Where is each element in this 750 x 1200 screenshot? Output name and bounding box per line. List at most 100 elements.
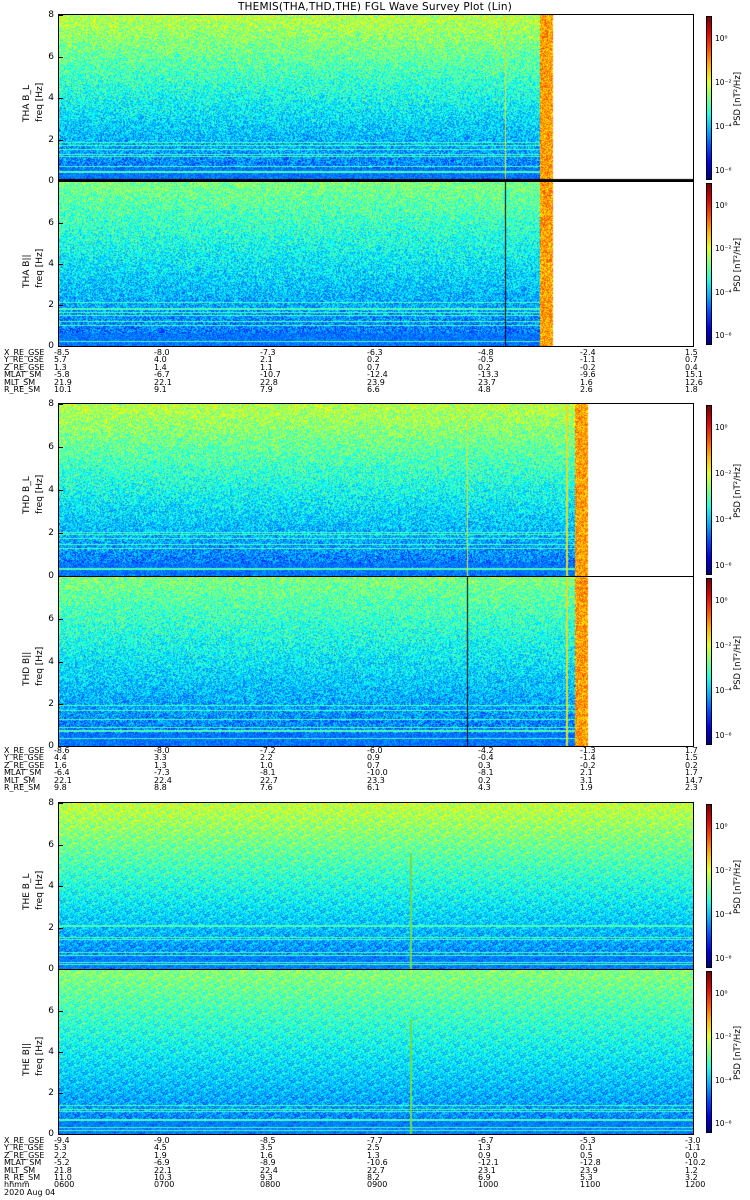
ephemeris-value: 1100	[580, 1180, 601, 1190]
ephemeris-value: 0600	[54, 1180, 75, 1190]
ytick-label: 6	[48, 218, 54, 228]
colorbar-label-text: PSD [nT²/Hz]	[733, 463, 743, 518]
ephemeris-value: 4.8	[478, 384, 491, 394]
spectrogram-image	[59, 404, 693, 576]
ytick-label: 8	[48, 10, 54, 20]
ytick-mark	[58, 346, 63, 347]
ytick-mark	[58, 490, 63, 491]
colorbar	[706, 971, 712, 1133]
colorbar-tick: 10⁰	[715, 989, 728, 998]
colorbar-tick: 10⁻²	[715, 78, 732, 87]
ytick-mark	[58, 264, 63, 265]
ephemeris-row: hhmm 0600 0700 0800 0900 1000 1100 1200	[4, 1180, 750, 1190]
spectrogram-image	[59, 970, 693, 1134]
colorbar-tick: 10⁻²	[715, 1032, 732, 1042]
colorbar-tick: 10⁻⁴	[715, 1075, 732, 1085]
spectrogram-panel-the-bl	[58, 802, 694, 970]
colorbar-tick: 10⁻²	[715, 469, 732, 478]
colorbar-tick: 10⁻⁴	[715, 686, 732, 695]
colorbar-label-text: PSD [nT²/Hz]	[733, 1025, 743, 1080]
colorbar-tick: 10⁻²	[715, 641, 732, 650]
ephemeris-value: 2.6	[580, 384, 593, 394]
ytick-mark	[58, 404, 63, 405]
ephemeris-value: 9.1	[154, 384, 167, 394]
ytick-label: 2	[48, 922, 54, 933]
spectrogram-panel-the-bpar	[58, 969, 694, 1135]
ephemeris-block-1: X_RE_GSE -8.6 -8.0 -7.2 -6.0 -4.2 -1.3 1.7 Y_RE_…	[4, 746, 750, 792]
ytick-label: 4	[48, 93, 54, 103]
colorbar-label-text: PSD [nT²/Hz]	[733, 237, 743, 292]
colorbar-label-text: PSD [nT²/Hz]	[733, 859, 743, 914]
colorbar-tick: 10⁰	[715, 34, 728, 43]
spectrogram-image	[59, 803, 693, 969]
colorbar-label-text: PSD [nT²/Hz]	[733, 71, 743, 126]
colorbar-tick: 10⁰	[715, 596, 728, 605]
ytick-label: 0	[48, 571, 54, 581]
ytick-label: 8	[48, 399, 54, 409]
ylabel-text: THE B_L	[22, 873, 32, 910]
ephemeris-value: 6.6	[367, 384, 380, 394]
ytick-label: 6	[48, 614, 54, 625]
colorbar	[706, 16, 712, 180]
colorbar-tick: 10⁻⁶	[715, 561, 732, 570]
ytick-mark	[58, 886, 63, 887]
spectrogram-panel-thd-bpar	[58, 576, 694, 747]
ephemeris-row: R_RE_SM 9.8 8.8 7.6 6.1 4.3 1.9 2.3	[4, 782, 750, 792]
ytick-label: 2	[48, 300, 54, 310]
ytick-label: 0	[48, 176, 54, 186]
colorbar-tick: 10⁻⁶	[715, 731, 732, 740]
ephemeris-row: R_RE_SM 10.1 9.1 7.9 6.6 4.8 2.6 1.8	[4, 384, 750, 394]
ylabel-text: THA B_L	[22, 85, 32, 122]
ylabel-text: THD B_L	[22, 476, 32, 514]
ylabel-text: THA B||	[22, 254, 32, 288]
colorbar-tick: 10⁻⁶	[715, 331, 732, 340]
ytick-label: 4	[48, 259, 54, 269]
ytick-mark	[58, 803, 63, 804]
ytick-label: 2	[48, 1088, 54, 1098]
ephemeris-value: 0900	[367, 1180, 388, 1190]
ytick-mark	[58, 57, 63, 58]
colorbar-tick: 10⁻²	[715, 244, 732, 254]
colorbar-tick: 10⁻²	[715, 866, 732, 875]
ephemeris-value: 9.8	[54, 782, 67, 792]
ytick-label: 4	[48, 881, 54, 891]
ytick-mark	[58, 140, 63, 141]
ephemeris-value: 10.1	[54, 384, 72, 394]
ytick-mark	[58, 619, 63, 620]
colorbar-tick: 10⁰	[715, 822, 728, 831]
ephemeris-value: 1200	[685, 1180, 706, 1190]
colorbar	[706, 578, 712, 745]
plot-title: THEMIS(THA,THD,THE) FGL Wave Survey Plot…	[237, 1, 513, 13]
ytick-mark	[58, 928, 63, 929]
colorbar-tick: 10⁻⁶	[715, 1119, 732, 1128]
ytick-label: 2	[48, 698, 54, 709]
ephemeris-value: 6.1	[367, 782, 380, 792]
ephemeris-name: R_RE_SM	[4, 782, 41, 792]
ephemeris-value: 1000	[478, 1180, 499, 1190]
colorbar-tick: 10⁻⁶	[715, 954, 732, 963]
ytick-label: 0	[48, 964, 54, 974]
ytick-mark	[58, 223, 63, 224]
ephemeris-value: 7.9	[260, 384, 273, 394]
ephemeris-block-0: X_RE_GSE -8.5 -8.0 -7.3 -6.3 -4.8 -2.4 1.5 Y_RE_…	[4, 348, 750, 394]
colorbar-tick: 10⁰	[715, 201, 728, 210]
ephemeris-value: 2.3	[685, 782, 698, 792]
colorbar	[706, 183, 712, 345]
colorbar-tick: 10⁻⁴	[715, 122, 732, 131]
ytick-mark	[58, 1011, 63, 1012]
ytick-label: 2	[48, 528, 54, 538]
ytick-mark	[58, 845, 63, 846]
ytick-mark	[58, 447, 63, 448]
ephemeris-name: R_RE_SM	[4, 384, 41, 394]
ytick-label: 6	[48, 442, 54, 452]
ephemeris-value: 4.3	[478, 782, 491, 792]
ytick-label: 6	[48, 1006, 54, 1016]
spectrogram-panel-tha-bpar	[58, 181, 694, 347]
ytick-label: 4	[48, 1047, 54, 1057]
colorbar-tick: 10⁻⁶	[715, 166, 732, 175]
ytick-mark	[58, 1134, 63, 1135]
ylabel-text: THE B||	[22, 1042, 32, 1076]
ytick-mark	[58, 305, 63, 306]
ytick-mark	[58, 1052, 63, 1053]
ephemeris-value: 0800	[260, 1180, 281, 1190]
